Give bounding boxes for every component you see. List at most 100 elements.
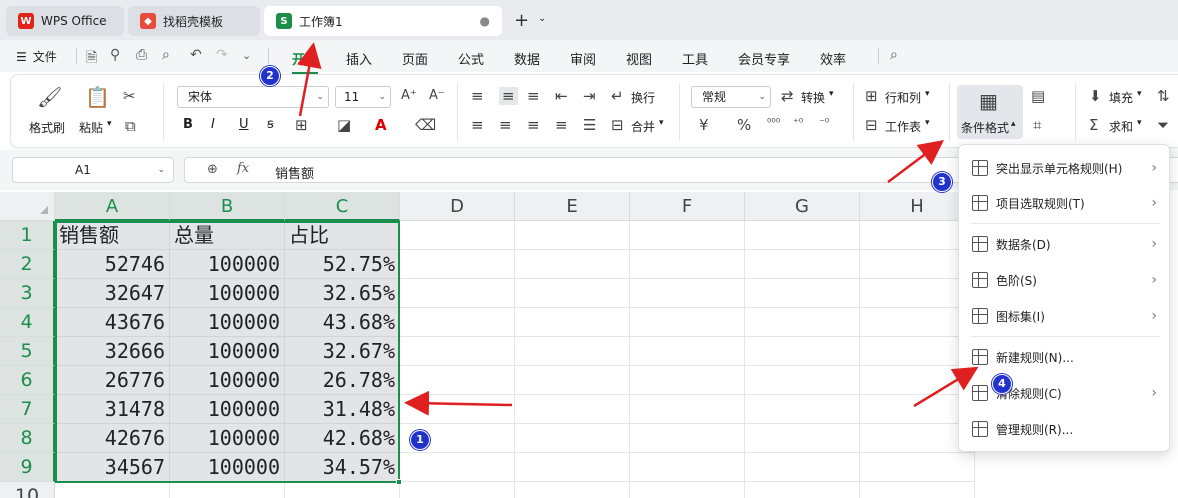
cell-e9[interactable] xyxy=(515,453,630,482)
cell-g9[interactable] xyxy=(745,453,860,482)
cell-g5[interactable] xyxy=(745,337,860,366)
tab-workbook1[interactable]: S 工作簿1 ● xyxy=(264,6,502,36)
cell-e5[interactable] xyxy=(515,337,630,366)
fill-color-icon[interactable]: ◪ xyxy=(337,116,351,134)
cell-g10[interactable] xyxy=(745,482,860,498)
cell-a1[interactable]: 销售额 xyxy=(55,221,170,250)
cell-h10[interactable] xyxy=(860,482,975,498)
row-header-1[interactable]: 1 xyxy=(0,221,55,250)
cell-f5[interactable] xyxy=(630,337,745,366)
fx-icon[interactable]: fx xyxy=(237,161,249,176)
currency-icon[interactable]: ¥ xyxy=(699,116,709,134)
number-format-select[interactable]: 常规 ⌄ xyxy=(691,86,771,108)
cell-e6[interactable] xyxy=(515,366,630,395)
format-painter-button[interactable]: 格式刷 xyxy=(29,119,65,136)
cell-g2[interactable] xyxy=(745,250,860,279)
row-header-3[interactable]: 3 xyxy=(0,279,55,308)
cell-f9[interactable] xyxy=(630,453,745,482)
cell-b1[interactable]: 总量 xyxy=(170,221,285,250)
menu-item-clear-rules[interactable]: 清除规则(C) › xyxy=(959,378,1171,408)
cell-a4[interactable]: 43676 xyxy=(55,308,170,337)
merge-icon[interactable]: ⊟ xyxy=(611,116,624,134)
cell-e7[interactable] xyxy=(515,395,630,424)
cell-d9[interactable] xyxy=(400,453,515,482)
underline-button[interactable]: U xyxy=(239,117,249,132)
cell-e4[interactable] xyxy=(515,308,630,337)
cell-b4[interactable]: 100000 xyxy=(170,308,285,337)
cell-d3[interactable] xyxy=(400,279,515,308)
cell-a6[interactable]: 26776 xyxy=(55,366,170,395)
distribute-icon[interactable]: ☰ xyxy=(583,116,596,134)
row-header-8[interactable]: 8 xyxy=(0,424,55,453)
menu-item-highlight-cells-rules[interactable]: 突出显示单元格规则(H) › xyxy=(959,153,1171,183)
format-painter-icon[interactable]: 🖌 xyxy=(37,85,62,109)
cell-e2[interactable] xyxy=(515,250,630,279)
menu-item-top-bottom-rules[interactable]: 项目选取规则(T) › xyxy=(959,188,1171,218)
chevron-down-icon[interactable]: ▾ xyxy=(925,89,930,99)
rows-cols-button[interactable]: 行和列 xyxy=(885,89,921,106)
copy-icon[interactable]: ⧉ xyxy=(125,117,136,135)
column-header-f[interactable]: F xyxy=(630,192,745,221)
row-header-5[interactable]: 5 xyxy=(0,337,55,366)
chevron-down-icon[interactable]: ▾ xyxy=(829,89,834,99)
chevron-down-icon[interactable]: ▾ xyxy=(925,118,930,128)
menu-item-color-scales[interactable]: 色阶(S) › xyxy=(959,265,1171,295)
cell-c3[interactable]: 32.65% xyxy=(285,279,400,308)
indent-increase-icon[interactable]: ⇥ xyxy=(583,87,596,105)
tab-docer-templates[interactable]: ◆ 找稻壳模板 xyxy=(128,6,260,36)
cell-f10[interactable] xyxy=(630,482,745,498)
wrap-text-button[interactable]: 换行 xyxy=(631,89,655,106)
cell-b5[interactable]: 100000 xyxy=(170,337,285,366)
bold-button[interactable]: B xyxy=(183,117,193,132)
print-preview-icon[interactable]: ⌕ xyxy=(162,47,170,63)
row-header-4[interactable]: 4 xyxy=(0,308,55,337)
save-icon[interactable]: 🗎 xyxy=(86,47,97,71)
align-right-icon[interactable]: ≡ xyxy=(527,116,540,134)
tab-home[interactable]: 开始 xyxy=(292,49,319,74)
cell-g8[interactable] xyxy=(745,424,860,453)
row-header-2[interactable]: 2 xyxy=(0,250,55,279)
align-center-icon[interactable]: ≡ xyxy=(499,116,512,134)
cell-d6[interactable] xyxy=(400,366,515,395)
column-header-c[interactable]: C xyxy=(285,192,400,221)
new-tab-button[interactable]: + xyxy=(514,10,529,31)
cell-c5[interactable]: 32.67% xyxy=(285,337,400,366)
paste-button[interactable]: 粘贴 xyxy=(79,119,103,136)
align-bottom-icon[interactable]: ≡ xyxy=(527,87,540,105)
tab-insert[interactable]: 插入 xyxy=(346,49,372,68)
column-header-g[interactable]: G xyxy=(745,192,860,221)
chevron-down-icon[interactable]: ▾ xyxy=(107,119,112,129)
chevron-down-icon[interactable]: ▾ xyxy=(659,118,664,128)
row-header-10[interactable]: 10 xyxy=(0,482,55,498)
column-header-b[interactable]: B xyxy=(170,192,285,221)
menu-item-manage-rules[interactable]: 管理规则(R)... xyxy=(959,414,1171,444)
cell-e10[interactable] xyxy=(515,482,630,498)
tab-view[interactable]: 视图 xyxy=(626,49,652,68)
decimal-increase-icon[interactable]: ⁺⁰ xyxy=(793,116,803,129)
redo-icon[interactable]: ↷ xyxy=(216,47,228,63)
cell-f3[interactable] xyxy=(630,279,745,308)
cell-b3[interactable]: 100000 xyxy=(170,279,285,308)
worksheet-button[interactable]: 工作表 xyxy=(885,118,921,135)
cell-d10[interactable] xyxy=(400,482,515,498)
cell-b10[interactable] xyxy=(170,482,285,498)
menu-item-new-rule[interactable]: 新建规则(N)... xyxy=(959,342,1171,372)
print-icon[interactable]: ⎙ xyxy=(136,47,147,63)
cell-g7[interactable] xyxy=(745,395,860,424)
cell-e3[interactable] xyxy=(515,279,630,308)
cell-b6[interactable]: 100000 xyxy=(170,366,285,395)
name-box[interactable]: A1 ⌄ xyxy=(12,157,174,183)
cell-b8[interactable]: 100000 xyxy=(170,424,285,453)
row-header-6[interactable]: 6 xyxy=(0,366,55,395)
fill-handle[interactable] xyxy=(396,479,402,485)
cell-c4[interactable]: 43.68% xyxy=(285,308,400,337)
zoom-icon[interactable]: ⊕ xyxy=(207,162,218,177)
increase-font-icon[interactable]: A⁺ xyxy=(401,88,417,103)
cell-b9[interactable]: 100000 xyxy=(170,453,285,482)
cell-a10[interactable] xyxy=(55,482,170,498)
cell-g6[interactable] xyxy=(745,366,860,395)
sum-button[interactable]: 求和 xyxy=(1109,118,1133,135)
rows-cols-icon[interactable]: ⊞ xyxy=(865,87,878,105)
italic-button[interactable]: I xyxy=(211,117,215,132)
cell-f7[interactable] xyxy=(630,395,745,424)
